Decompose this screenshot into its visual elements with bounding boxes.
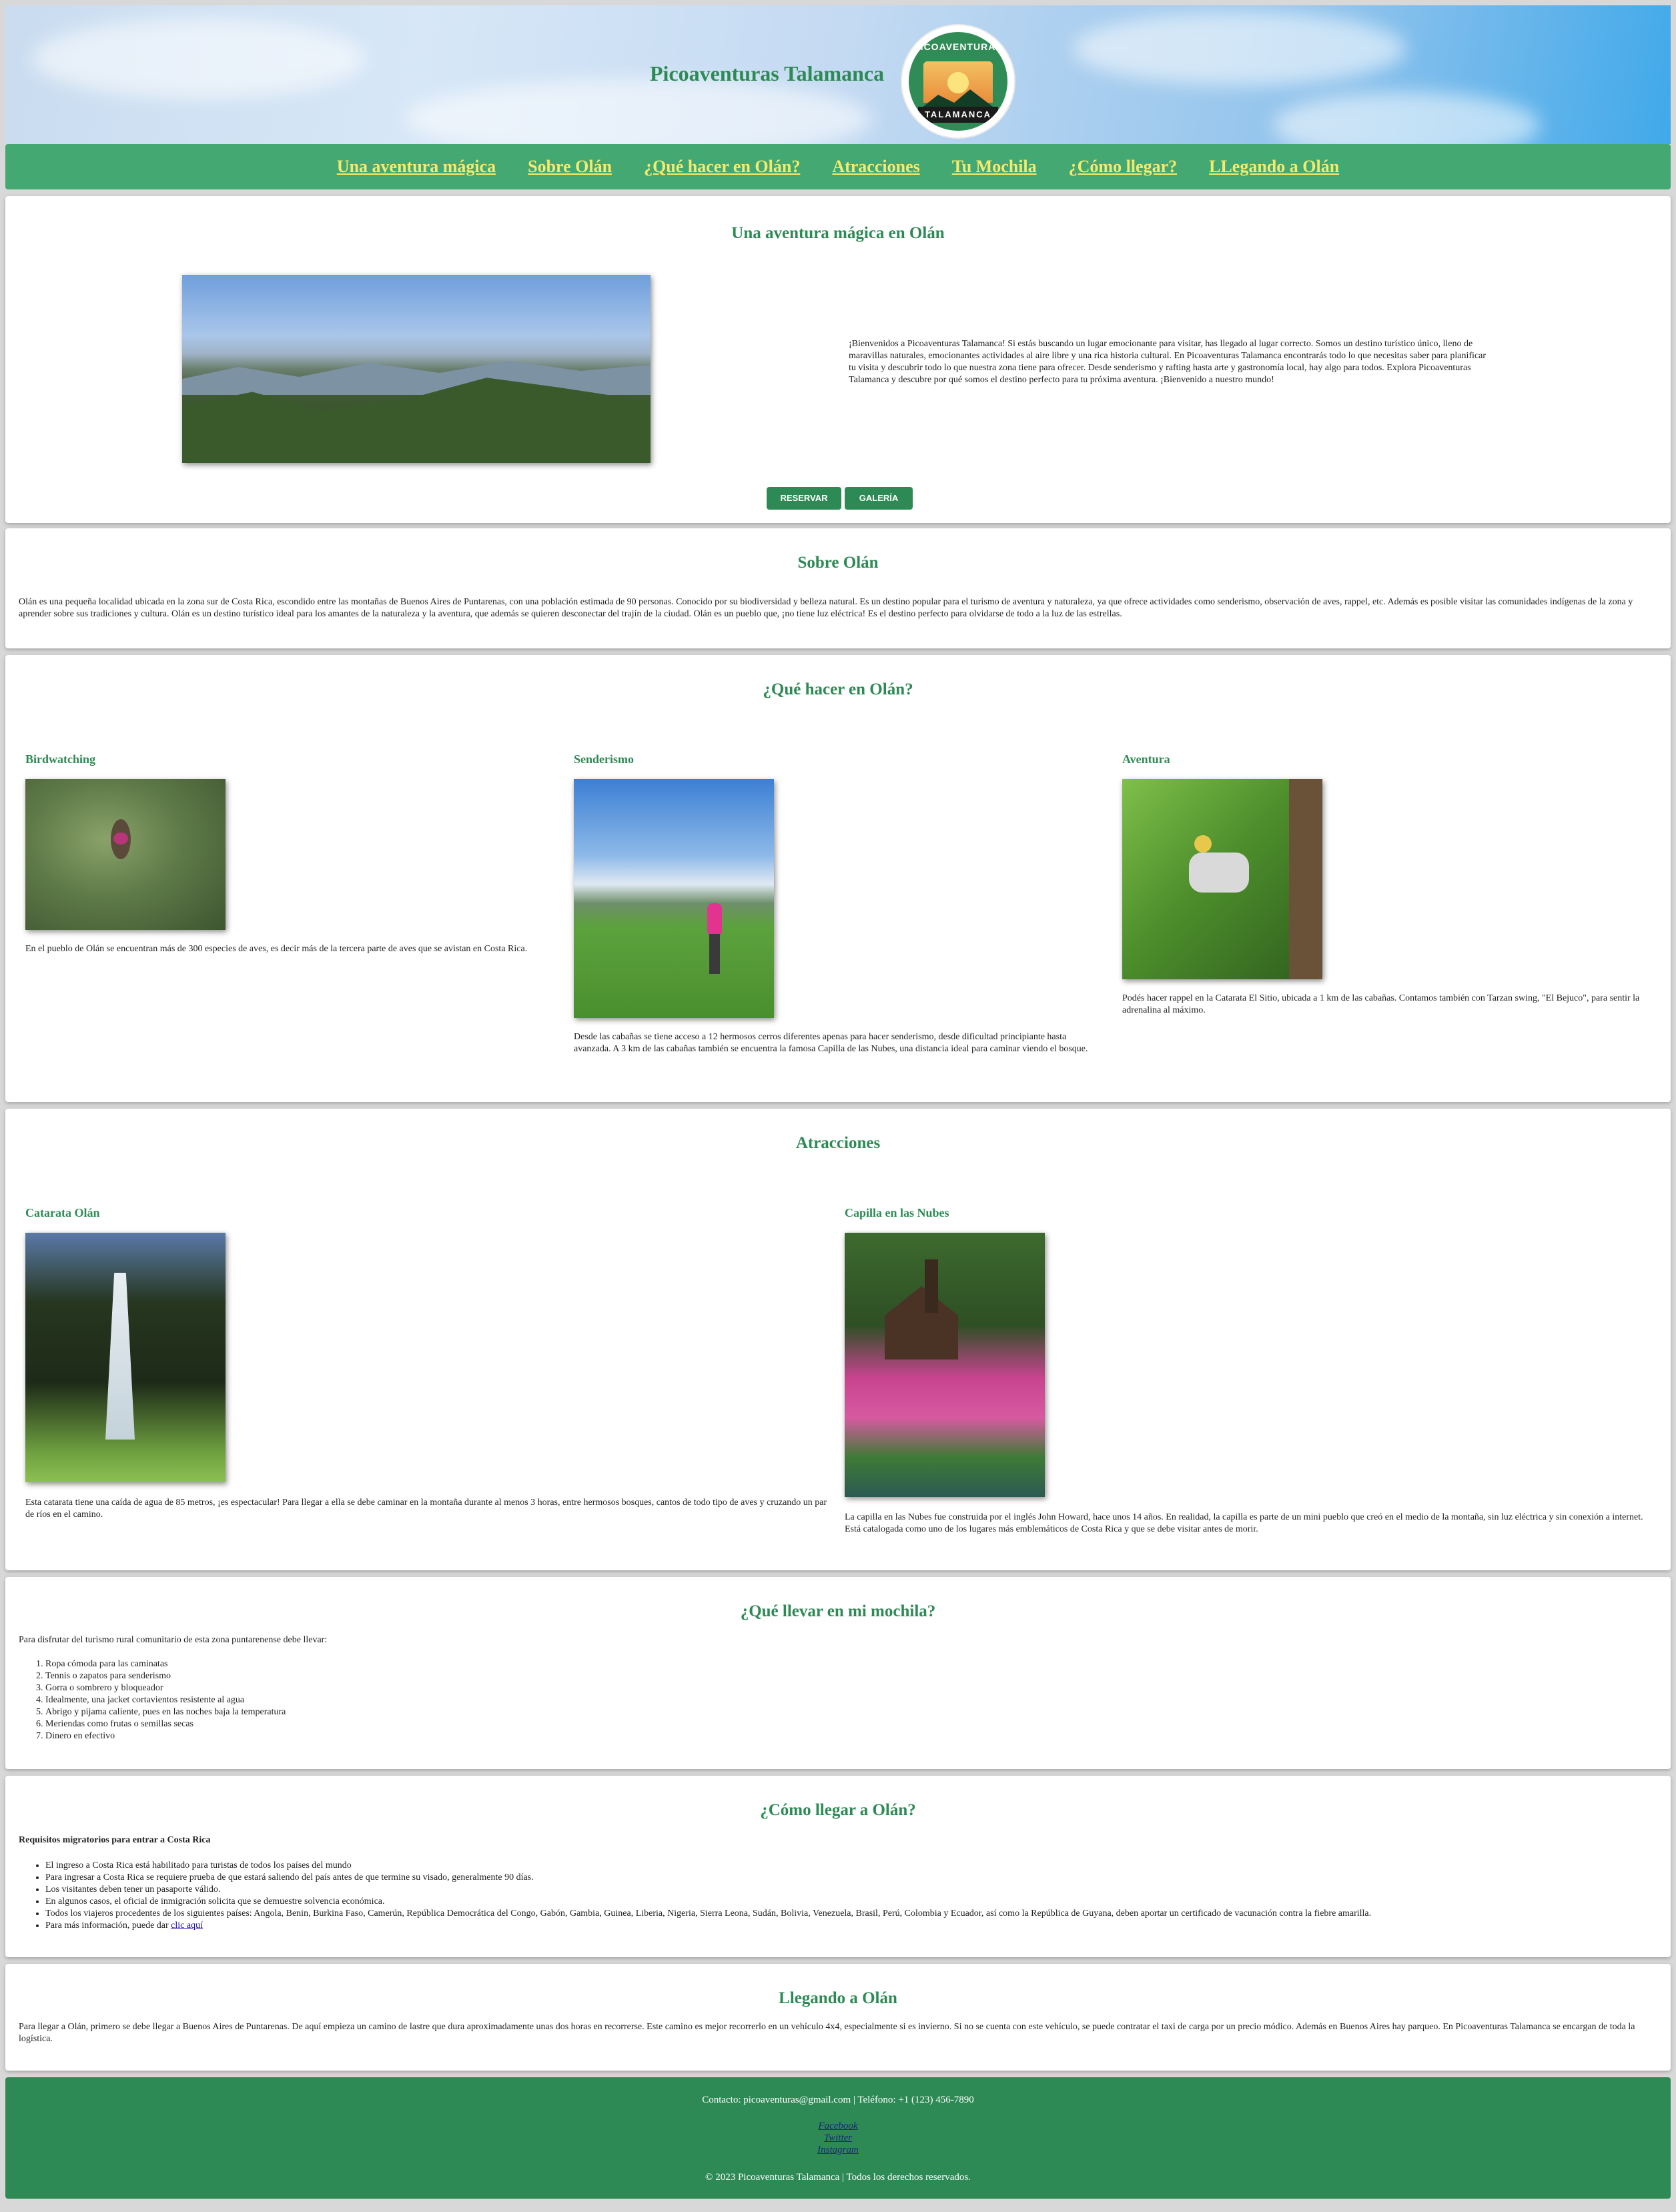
section-intro: Una aventura mágica en Olán ¡Bienvenidos… <box>5 196 1671 523</box>
birdwatching-photo <box>25 779 226 930</box>
attraction-text: Esta catarata tiene una caída de agua de… <box>25 1498 827 1520</box>
list-item: Para ingresar a Costa Rica se requiere p… <box>45 1872 1673 1884</box>
activity-title: Aventura <box>1122 752 1170 766</box>
site-header: Picoaventuras Talamanca PICOAVENTURAS TA… <box>5 5 1671 144</box>
section-atracciones: Atracciones Catarata Olán Esta catarata … <box>5 1109 1671 1570</box>
activity-title: Birdwatching <box>25 752 96 766</box>
section-title: Una aventura mágica en Olán <box>731 224 945 242</box>
section-title: ¿Cómo llegar a Olán? <box>760 1801 916 1819</box>
bird-throat <box>113 833 128 845</box>
list-item: Idealmente, una jacket cortavientos resi… <box>45 1694 1647 1706</box>
site-footer: Contacto: picoaventuras@gmail.com | Telé… <box>5 2077 1671 2199</box>
requisitos-heading: Requisitos migratorios para entrar a Cos… <box>19 1835 211 1845</box>
header-cloud <box>32 19 366 99</box>
nav-link-que-hacer[interactable]: ¿Qué hacer en Olán? <box>644 157 800 177</box>
section-llegando: Llegando a Olán Para llegar a Olán, prim… <box>5 1964 1671 2071</box>
section-title: ¿Qué hacer en Olán? <box>763 680 913 698</box>
senderismo-photo <box>574 779 774 1018</box>
section-title: Sobre Olán <box>797 554 879 572</box>
intro-text: ¡Bienvenidos a Picoaventuras Talamanca! … <box>849 339 1487 385</box>
sobre-text: Olán es una pequeña localidad ubicada en… <box>19 597 1633 619</box>
logo-sun <box>947 72 969 93</box>
section-como-llegar: ¿Cómo llegar a Olán? Requisitos migrator… <box>5 1776 1671 1957</box>
section-sobre: Sobre Olán Olán es una pequeña localidad… <box>5 528 1671 648</box>
header-cloud <box>1273 92 1540 144</box>
list-item: Para más información, puede dar clic aqu… <box>45 1920 1673 1932</box>
galeria-button[interactable]: GALERÍA <box>845 487 913 510</box>
section-que-hacer: ¿Qué hacer en Olán? Birdwatching En el p… <box>5 655 1671 1102</box>
section-title: Llegando a Olán <box>779 1989 897 2007</box>
waterfall <box>105 1273 135 1440</box>
section-title: Atracciones <box>795 1134 881 1152</box>
instagram-link[interactable]: Instagram <box>5 2144 1671 2156</box>
list-item: Los visitantes deben tener un pasaporte … <box>45 1884 1673 1896</box>
hiker-shirt <box>707 903 722 937</box>
twitter-link[interactable]: Twitter <box>5 2132 1671 2144</box>
facebook-link[interactable]: Facebook <box>5 2120 1671 2132</box>
logo-text-top: PICOAVENTURAS <box>913 41 1003 52</box>
list-item: Ropa cómoda para las caminatas <box>45 1658 1647 1670</box>
more-info-link[interactable]: clic aquí <box>171 1920 203 1930</box>
capilla-photo <box>845 1233 1045 1497</box>
climber-helmet <box>1194 835 1212 853</box>
requisitos-list: El ingreso a Costa Rica está habilitado … <box>19 1860 1673 1932</box>
list-item: Dinero en efectivo <box>45 1730 1647 1742</box>
chapel-tower <box>925 1259 938 1313</box>
nav-link-llegando[interactable]: LLegando a Olán <box>1209 157 1339 177</box>
list-item: Todos los viajeros procedentes de los si… <box>45 1908 1673 1920</box>
activity-text: Desde las cabañas se tiene acceso a 12 h… <box>574 1032 1088 1054</box>
logo-text-bottom: TALAMANCA <box>924 109 992 119</box>
footer-copyright: © 2023 Picoaventuras Talamanca | Todos l… <box>705 2172 971 2183</box>
nav-link-mochila[interactable]: Tu Mochila <box>952 157 1037 177</box>
nav-link-atracciones[interactable]: Atracciones <box>832 157 919 177</box>
footer-social-links: Facebook Twitter Instagram <box>5 2120 1671 2156</box>
mochila-intro: Para disfrutar del turismo rural comunit… <box>19 1635 328 1645</box>
mochila-list: Ropa cómoda para las caminatas Tennis o … <box>19 1658 1647 1742</box>
llegando-text: Para llegar a Olán, primero se debe lleg… <box>19 2022 1635 2044</box>
list-item: Tennis o zapatos para senderismo <box>45 1670 1647 1682</box>
footer-contact: Contacto: picoaventuras@gmail.com | Telé… <box>702 2095 974 2105</box>
nav-link-aventura[interactable]: Una aventura mágica <box>337 157 496 177</box>
more-info-prefix: Para más información, puede dar <box>45 1920 171 1930</box>
list-item: En algunos casos, el oficial de inmigrac… <box>45 1896 1673 1908</box>
nav-link-sobre[interactable]: Sobre Olán <box>528 157 612 177</box>
list-item: Meriendas como frutas o semillas secas <box>45 1718 1647 1730</box>
site-logo[interactable]: PICOAVENTURAS TALAMANCA <box>902 25 1014 137</box>
header-cloud <box>1073 12 1406 85</box>
chapel <box>885 1286 958 1359</box>
catarata-photo <box>25 1233 226 1482</box>
activity-text: En el pueblo de Olán se encuentran más d… <box>25 944 528 954</box>
header-cloud <box>406 79 873 144</box>
activity-title: Senderismo <box>574 752 634 766</box>
logo-ring: PICOAVENTURAS TALAMANCA <box>909 32 1007 131</box>
climber <box>1189 853 1249 893</box>
attraction-title: Capilla en las Nubes <box>845 1206 949 1219</box>
list-item: El ingreso a Costa Rica está habilitado … <box>45 1860 1673 1872</box>
list-item: Abrigo y pijama caliente, pues en las no… <box>45 1706 1647 1718</box>
rock-wall <box>1289 779 1322 979</box>
attraction-title: Catarata Olán <box>25 1206 100 1219</box>
brand-title[interactable]: Picoaventuras Talamanca <box>650 61 890 86</box>
main-nav: Una aventura mágica Sobre Olán ¿Qué hace… <box>5 144 1671 189</box>
nav-link-como-llegar[interactable]: ¿Cómo llegar? <box>1069 157 1177 177</box>
list-item: Gorra o sombrero y bloqueador <box>45 1682 1647 1694</box>
reservar-button[interactable]: RESERVAR <box>767 487 841 510</box>
activity-text: Podés hacer rappel en la Catarata El Sit… <box>1122 993 1640 1015</box>
photo-far-hills <box>182 361 651 395</box>
section-mochila: ¿Qué llevar en mi mochila? Para disfruta… <box>5 1577 1671 1769</box>
hiker-legs <box>709 934 720 974</box>
aventura-photo <box>1122 779 1322 979</box>
section-title: ¿Qué llevar en mi mochila? <box>740 1602 936 1620</box>
landscape-photo <box>182 275 651 463</box>
attraction-text: La capilla en las Nubes fue construida p… <box>845 1512 1643 1534</box>
